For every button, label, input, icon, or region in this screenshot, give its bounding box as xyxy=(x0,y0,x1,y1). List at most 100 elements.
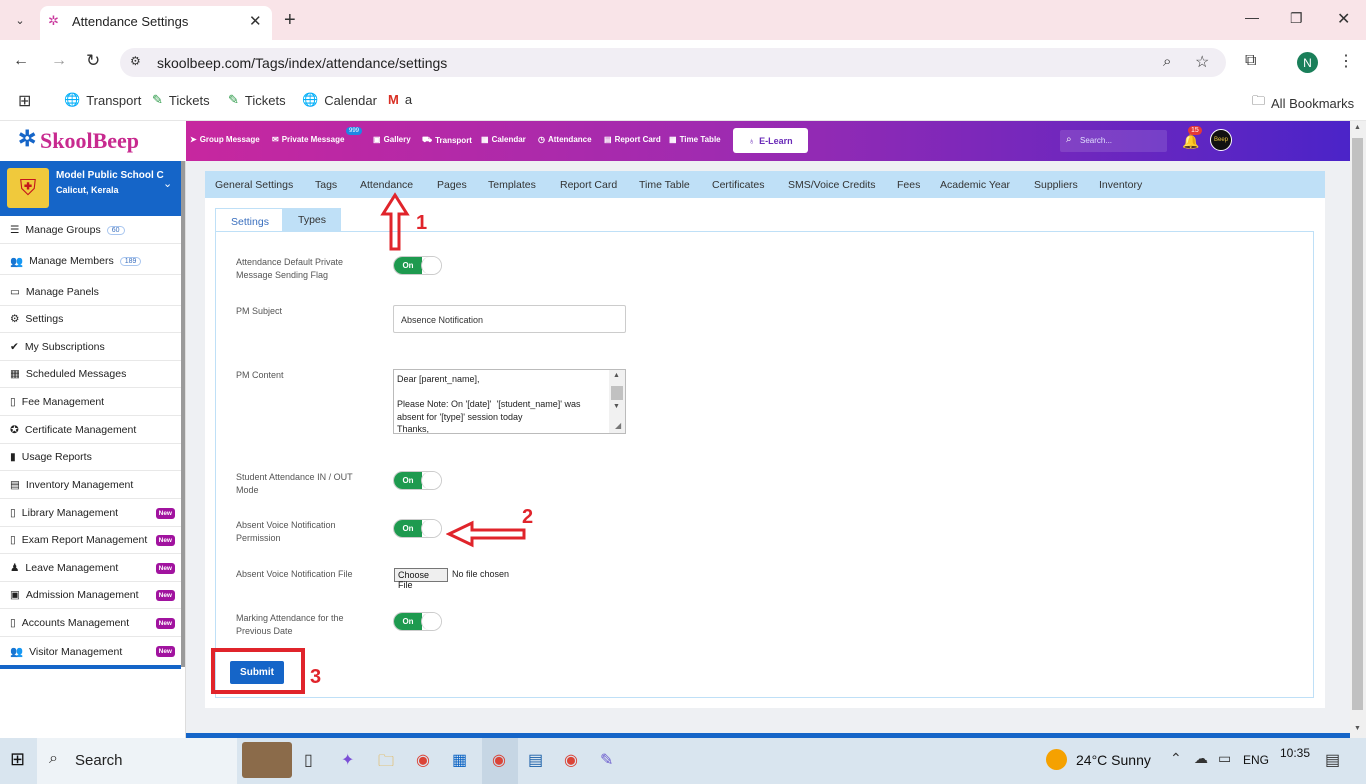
pm-subject-input[interactable]: Absence Notification xyxy=(393,305,626,333)
choose-file-button[interactable]: Choose File xyxy=(394,568,448,590)
profile-avatar[interactable]: N xyxy=(1297,52,1318,73)
menu-icon[interactable]: ⋮ xyxy=(1338,51,1354,71)
windows-start-icon[interactable]: ⊞ xyxy=(10,749,25,770)
nav-report-card[interactable]: ▤ Report Card xyxy=(604,135,661,144)
voice-permission-toggle[interactable]: On xyxy=(393,519,442,538)
subnav-academic-year[interactable]: Academic Year xyxy=(940,179,1010,191)
subnav-time-table[interactable]: Time Table xyxy=(639,179,690,191)
subnav-attendance[interactable]: Attendance xyxy=(360,179,413,191)
cloud-icon[interactable]: ☁ xyxy=(1194,750,1208,767)
apps-grid-icon[interactable]: ⊞ xyxy=(18,91,31,111)
nav-calendar[interactable]: ▦ Calendar xyxy=(481,135,526,144)
scroll-down-icon[interactable]: ▼ xyxy=(1354,725,1361,732)
sidebar-item-visitor-management[interactable]: 👥 Visitor Management New xyxy=(0,638,181,669)
nav-group-message[interactable]: ➤ Group Message xyxy=(190,135,260,144)
nav-time-table[interactable]: ▦ Time Table xyxy=(669,135,721,144)
language-indicator[interactable]: ENG xyxy=(1243,753,1269,767)
all-bookmarks[interactable]: 🗀 All Bookmarks xyxy=(1252,92,1354,114)
bookmark-tickets-1[interactable]: ✎ Tickets xyxy=(152,92,210,108)
new-tab-icon[interactable]: + xyxy=(284,9,296,32)
subnav-templates[interactable]: Templates xyxy=(488,179,536,191)
sidebar-item-usage-reports[interactable]: ▮ Usage Reports xyxy=(0,444,181,471)
sidebar-item-scheduled-messages[interactable]: ▦ Scheduled Messages xyxy=(0,361,181,388)
subnav-inventory[interactable]: Inventory xyxy=(1099,179,1142,191)
clock-time[interactable]: 10:35 xyxy=(1280,746,1310,760)
scroll-thumb[interactable] xyxy=(611,386,623,400)
back-icon[interactable]: ← xyxy=(13,52,29,70)
school-selector[interactable]: ⛨ Model Public School C Calicut, Kerala … xyxy=(0,161,184,216)
active-chrome-task[interactable]: ◉ xyxy=(482,738,518,784)
sidebar-item-subscriptions[interactable]: ✔ My Subscriptions xyxy=(0,334,181,361)
subnav-sms-voice-credits[interactable]: SMS/Voice Credits xyxy=(788,179,876,191)
inout-mode-toggle[interactable]: On xyxy=(393,471,442,490)
sidebar-item-leave-management[interactable]: ♟ Leave Management New xyxy=(0,555,181,582)
tab-types[interactable]: Types xyxy=(283,208,341,232)
prev-date-toggle[interactable]: On xyxy=(393,612,442,631)
tab-search-icon[interactable]: ⌄ xyxy=(10,11,30,29)
elearn-button[interactable]: ♁ E-Learn xyxy=(733,128,808,153)
bookmark-transport[interactable]: 🌐 Transport xyxy=(64,92,141,108)
nav-transport[interactable]: ⛟ Transport xyxy=(422,135,472,145)
copilot-icon[interactable]: ✦ xyxy=(341,750,354,770)
subnav-fees[interactable]: Fees xyxy=(897,179,920,191)
sidebar-item-manage-groups[interactable]: ☰ Manage Groups 60 xyxy=(0,217,181,244)
sidebar-item-manage-panels[interactable]: ▭ Manage Panels xyxy=(0,279,181,306)
user-avatar[interactable]: Beep xyxy=(1210,129,1232,151)
chevron-up-icon[interactable]: ⌃ xyxy=(1170,750,1182,767)
omnibox[interactable]: ⚙ skoolbeep.com/Tags/index/attendance/se… xyxy=(120,48,1226,77)
scroll-down-icon[interactable]: ▼ xyxy=(613,403,620,410)
bookmark-tickets-2[interactable]: ✎ Tickets xyxy=(228,92,286,108)
bookmark-calendar[interactable]: 🌐 Calendar xyxy=(302,92,377,108)
search-input[interactable]: ⌕ Search... xyxy=(1060,130,1167,152)
resize-grip-icon[interactable]: ◢ xyxy=(615,421,621,430)
subnav-suppliers[interactable]: Suppliers xyxy=(1034,179,1078,191)
paint-icon[interactable]: ✎ xyxy=(600,750,613,770)
nav-private-message[interactable]: ✉ Private Message xyxy=(272,135,344,144)
bookmark-star-icon[interactable]: ☆ xyxy=(1195,52,1209,72)
tab-close-icon[interactable]: ✕ xyxy=(249,12,262,30)
scroll-up-icon[interactable]: ▲ xyxy=(1354,124,1361,131)
bell-icon[interactable]: 🔔 xyxy=(1182,133,1199,150)
weather-text[interactable]: 24°C Sunny xyxy=(1076,752,1151,768)
nav-gallery[interactable]: ▣ Gallery xyxy=(373,135,411,144)
textarea-scrollbar[interactable]: ▲ ▼ ◢ xyxy=(609,370,625,433)
sidebar-item-certificate-management[interactable]: ✪ Certificate Management xyxy=(0,417,181,444)
nav-attendance[interactable]: ◷ Attendance xyxy=(538,135,592,144)
battery-icon[interactable]: ▭ xyxy=(1218,750,1231,767)
sidebar-scrollbar[interactable] xyxy=(181,161,185,667)
window-close-icon[interactable]: ✕ xyxy=(1337,9,1350,29)
url-text[interactable]: skoolbeep.com/Tags/index/attendance/sett… xyxy=(157,55,447,71)
subnav-tags[interactable]: Tags xyxy=(315,179,337,191)
minimize-icon[interactable]: — xyxy=(1245,9,1259,25)
sidebar-item-library-management[interactable]: ▯ Library Management New xyxy=(0,500,181,527)
chrome-icon[interactable]: ◉ xyxy=(564,750,578,770)
forward-icon[interactable]: → xyxy=(51,52,67,70)
sidebar-item-exam-report-management[interactable]: ▯ Exam Report Management New xyxy=(0,527,181,554)
reload-icon[interactable]: ↻ xyxy=(86,51,100,71)
sidebar-item-inventory-management[interactable]: ▤ Inventory Management xyxy=(0,472,181,499)
subnav-pages[interactable]: Pages xyxy=(437,179,467,191)
sidebar-item-accounts-management[interactable]: ▯ Accounts Management New xyxy=(0,610,181,637)
notifications-icon[interactable]: ▤ xyxy=(1325,750,1340,770)
scroll-up-icon[interactable]: ▲ xyxy=(613,372,620,379)
sidebar-item-manage-members[interactable]: 👥 Manage Members 189 xyxy=(0,248,181,275)
sidebar-item-settings[interactable]: ⚙ Settings xyxy=(0,306,181,333)
app-logo[interactable]: ✲ SkoolBeep xyxy=(0,121,186,161)
site-info-icon[interactable]: ⚙ xyxy=(130,54,141,68)
bookmark-gmail[interactable]: Ma xyxy=(388,92,412,107)
sidebar-item-admission-management[interactable]: ▣ Admission Management New xyxy=(0,582,181,609)
task-view-icon[interactable]: ▯ xyxy=(304,750,313,770)
subnav-general-settings[interactable]: General Settings xyxy=(215,179,293,191)
zoom-icon[interactable]: ⌕ xyxy=(1163,53,1171,70)
taskbar-search[interactable]: ⌕ Search xyxy=(37,738,237,784)
page-scrollbar[interactable]: ▲ ▼ xyxy=(1350,121,1366,738)
restore-icon[interactable]: ❐ xyxy=(1290,10,1303,27)
tab-settings[interactable]: Settings xyxy=(215,208,283,233)
file-explorer-icon[interactable]: 🗀 xyxy=(378,750,394,777)
extensions-icon[interactable]: ⧉ xyxy=(1245,52,1256,70)
subnav-certificates[interactable]: Certificates xyxy=(712,179,765,191)
pm-content-textarea[interactable]: Dear [parent_name], Please Note: On '[da… xyxy=(393,369,626,434)
scroll-thumb[interactable] xyxy=(1352,138,1363,710)
default-pm-flag-toggle[interactable]: On xyxy=(393,256,442,275)
store-icon[interactable]: ▦ xyxy=(452,750,467,770)
